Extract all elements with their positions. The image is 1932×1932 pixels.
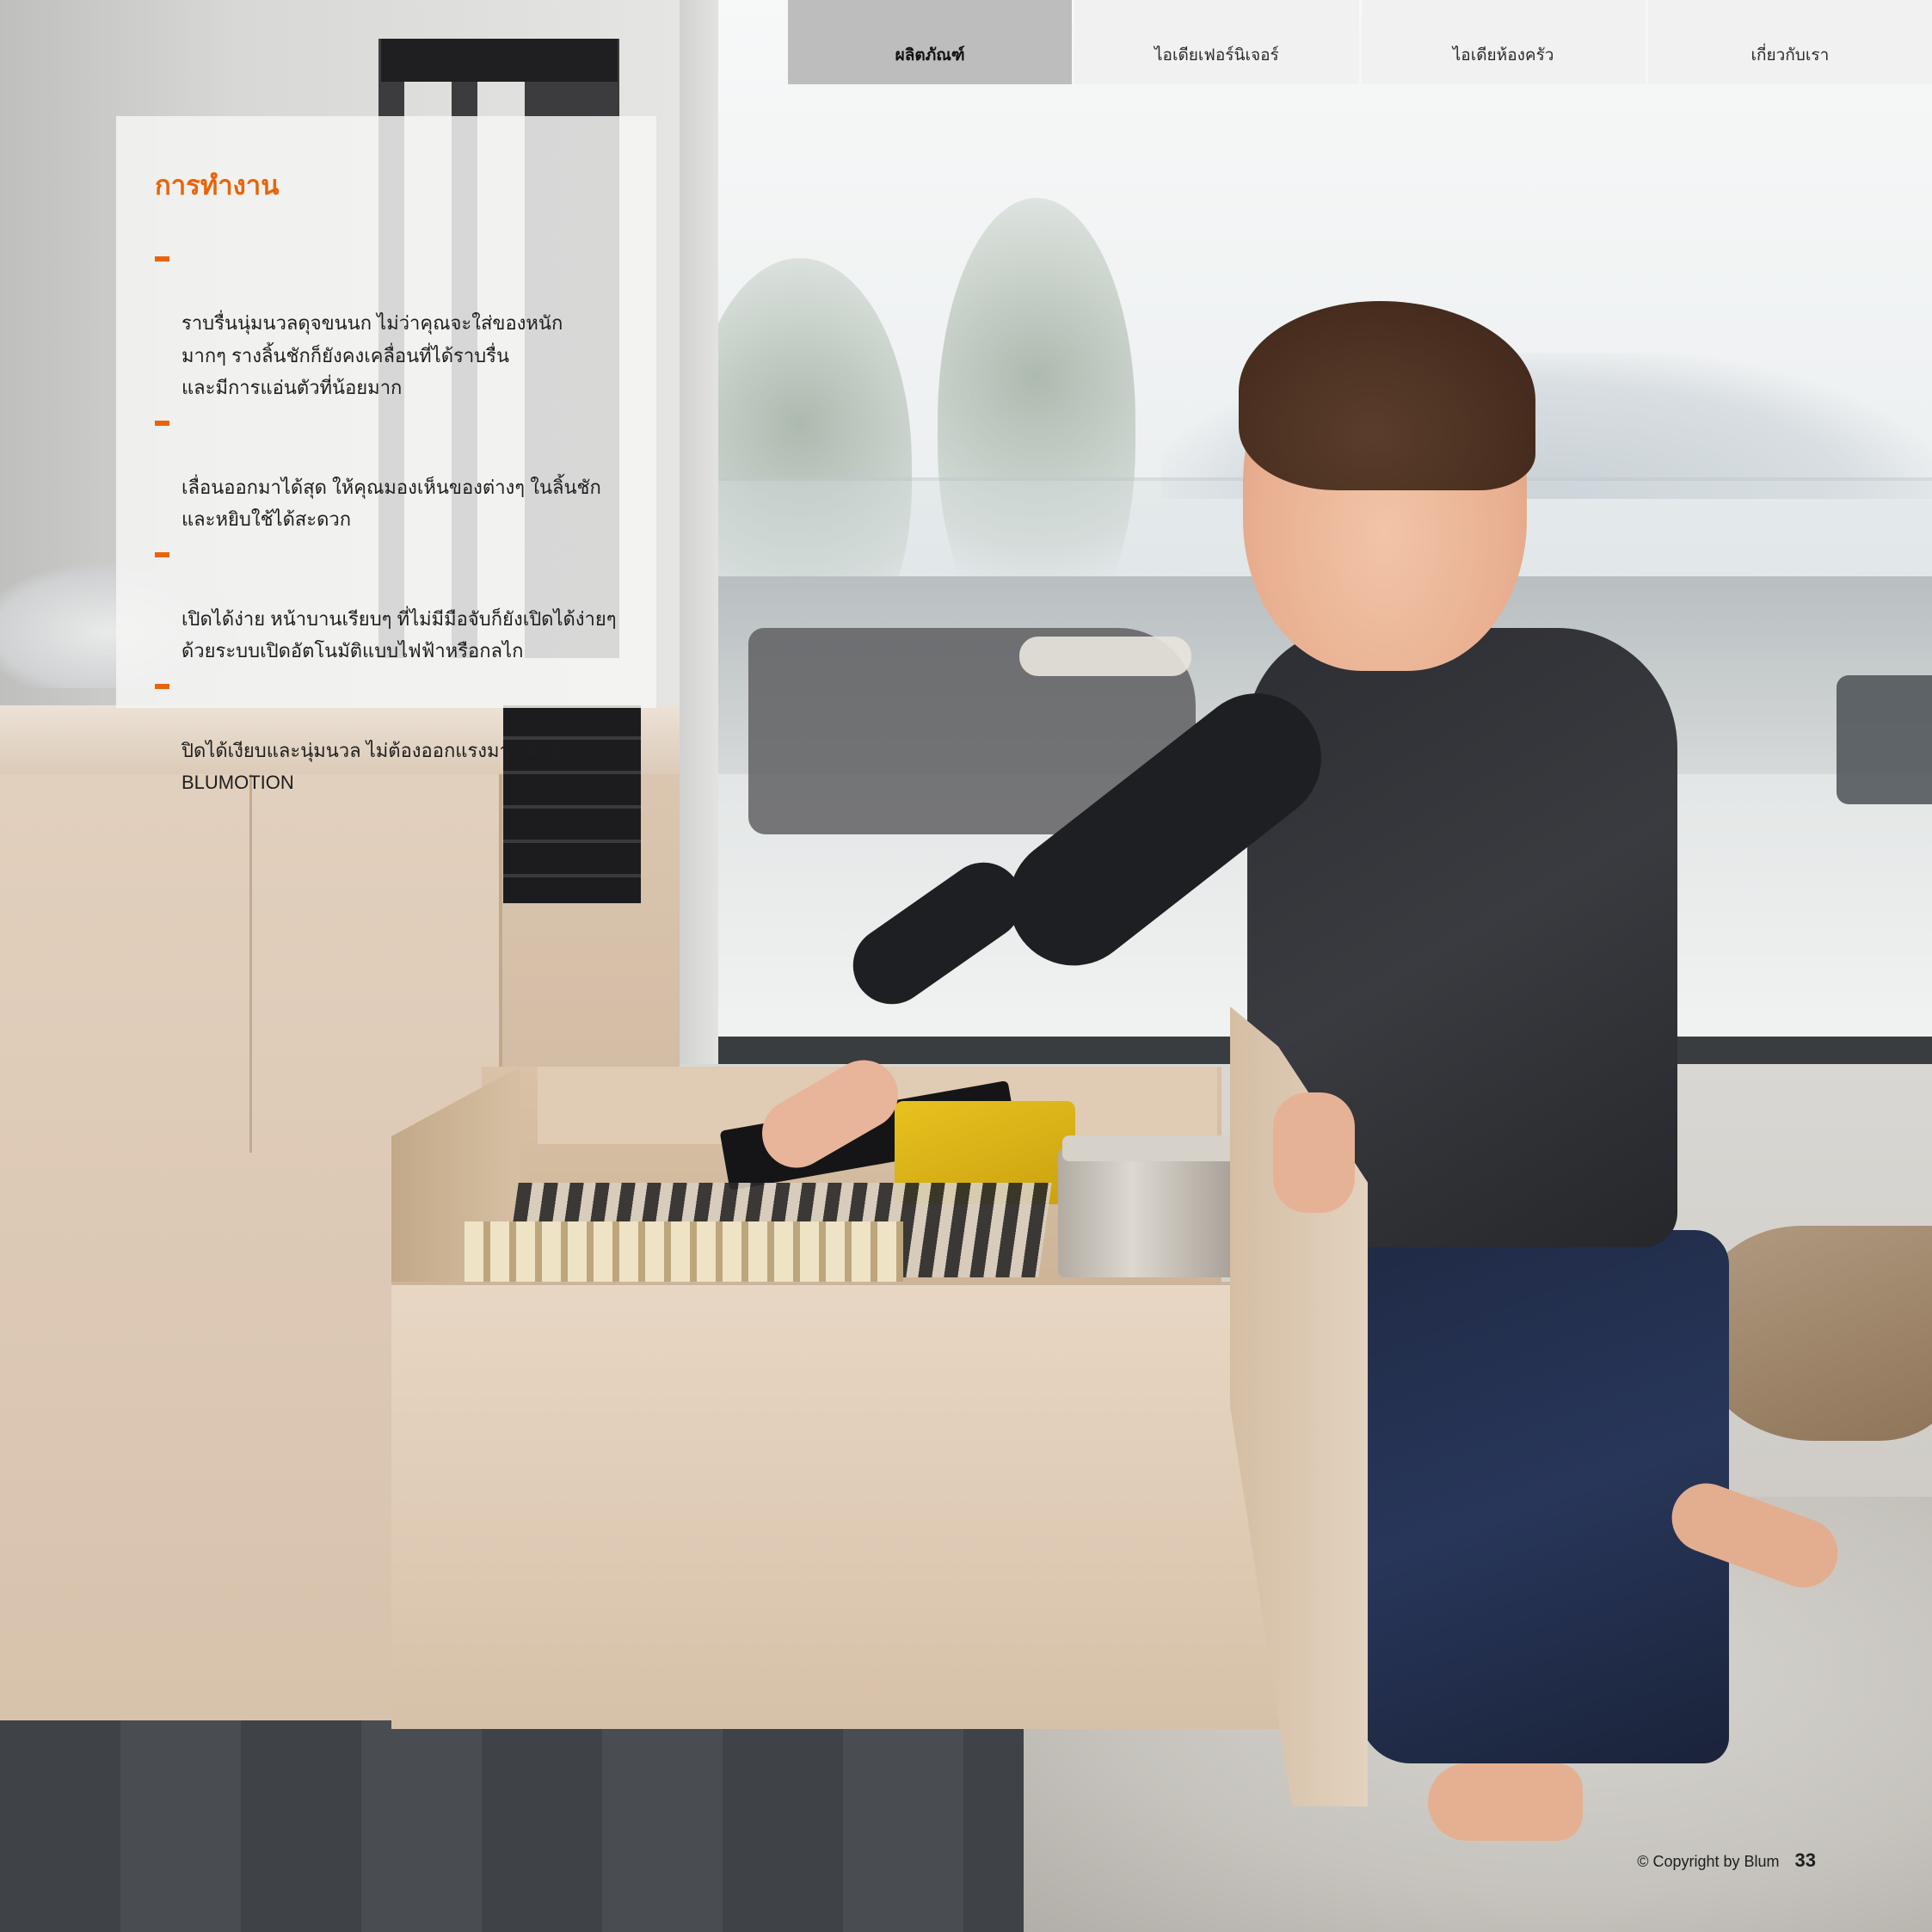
feature-text: เลื่อนออกมาได้สุด ให้คุณมองเห็นของต่างๆ … — [182, 476, 601, 531]
bullet-dash-icon — [155, 256, 169, 261]
wood-floor — [0, 1720, 1024, 1932]
panel-title: การทำงาน — [155, 170, 280, 200]
feature-item: เปิดได้ง่าย หน้าบานเรียบๆ ที่ไม่มีมือจับ… — [155, 538, 618, 668]
floor-pillow — [1699, 1226, 1932, 1441]
sofa-cushion — [1019, 637, 1191, 676]
bullet-dash-icon — [155, 551, 169, 557]
feature-item: ปิดได้เงียบและนุ่มนวล ไม่ต้องออกแรงมาก ด… — [155, 670, 618, 799]
feature-text: ราบรื่นนุ่มนวลดุจขนนก ไม่ว่าคุณจะใส่ของห… — [182, 312, 563, 398]
page-number: 33 — [1794, 1849, 1816, 1871]
feature-text: เปิดได้ง่าย หน้าบานเรียบๆ ที่ไม่มีมือจับ… — [182, 607, 617, 662]
outdoor-chair — [1837, 675, 1932, 804]
feature-panel: การทำงาน ราบรื่นนุ่มนวลดุจขนนก ไม่ว่าคุณ… — [116, 116, 656, 793]
tab-kitchen-ideas[interactable]: ไอเดียห้องครัว — [1361, 0, 1646, 84]
tab-furniture-ideas[interactable]: ไอเดียเฟอร์นิเจอร์ — [1074, 0, 1359, 84]
feature-item: ราบรื่นนุ่มนวลดุจขนนก ไม่ว่าคุณจะใส่ของห… — [155, 243, 618, 404]
feature-text: ปิดได้เงียบและนุ่มนวล ไม่ต้องออกแรงมาก ด… — [182, 739, 561, 794]
boy-hand — [1273, 1092, 1355, 1213]
cabinet-seam — [249, 774, 252, 1153]
tab-products[interactable]: ผลิตภัณฑ์ — [788, 0, 1073, 84]
metal-tin — [1058, 1148, 1243, 1277]
window-post — [675, 0, 718, 1067]
copyright-text: © Copyright by Blum — [1637, 1853, 1780, 1870]
toy-tower-top — [381, 39, 618, 82]
drawer-front — [391, 1282, 1320, 1729]
tab-about-us[interactable]: เกี่ยวกับเรา — [1647, 0, 1932, 84]
bullet-dash-icon — [155, 683, 169, 689]
metal-tin-lid — [1062, 1135, 1239, 1161]
boy-jeans — [1359, 1230, 1729, 1763]
boy-foot — [1428, 1763, 1583, 1841]
bullet-dash-icon — [155, 420, 169, 426]
top-navigation: ผลิตภัณฑ์ ไอเดียเฟอร์นิเจอร์ ไอเดียห้องค… — [788, 0, 1932, 84]
page-footer: © Copyright by Blum 33 — [1637, 1849, 1816, 1872]
feature-item: เลื่อนออกมาได้สุด ให้คุณมองเห็นของต่างๆ … — [155, 407, 618, 536]
feature-list: ราบรื่นนุ่มนวลดุจขนนก ไม่ว่าคุณจะใส่ของห… — [155, 243, 618, 799]
toy-cage — [465, 1221, 903, 1286]
